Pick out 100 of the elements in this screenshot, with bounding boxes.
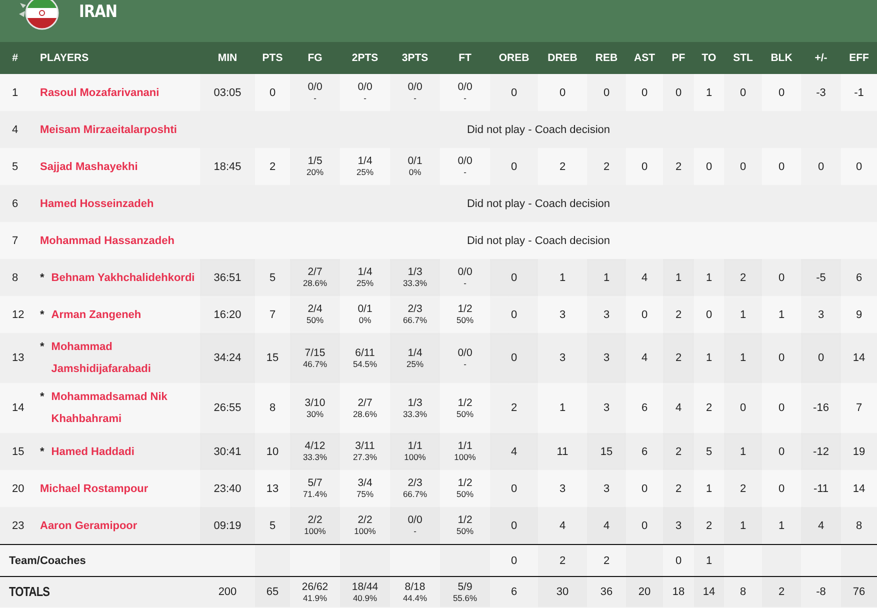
stat-value: 13 (266, 482, 279, 494)
column-header: MIN (200, 42, 255, 74)
stat-value: 14 (702, 586, 716, 598)
stat-value: 200 (218, 586, 237, 598)
shot-percentage: - (464, 358, 466, 368)
stat-value: 1 (740, 308, 746, 320)
stat-value: 11 (556, 446, 568, 458)
stat-value: 0 (740, 86, 746, 98)
shots-made: 4/12 (304, 440, 326, 452)
shot-percentage: 50% (456, 526, 474, 536)
stat-value: 0 (641, 308, 648, 320)
stat-value: 14 (852, 482, 866, 494)
shot-percentage: 33.3% (402, 408, 428, 418)
team-coaches-label: Team/Coaches (9, 554, 86, 566)
player-name[interactable]: Mohammadsamad Nik Khahbahrami (51, 386, 196, 430)
team-name: IRAN (79, 2, 118, 22)
stat-value: 03:05 (214, 86, 242, 98)
stat-value: 0 (778, 352, 785, 364)
shots-made: 1/3 (408, 396, 422, 408)
shot-percentage: 75% (356, 489, 374, 499)
shot-percentage: - (464, 167, 466, 177)
jersey-number: 1 (12, 86, 18, 98)
stat-value: 0 (641, 520, 648, 532)
column-header: DREB (538, 42, 587, 74)
stat-value: 0 (510, 272, 518, 284)
shot-percentage: 25% (406, 358, 424, 368)
stat-value: -11 (813, 482, 829, 494)
column-header: AST (626, 42, 663, 74)
stat-value: 3 (559, 482, 566, 494)
shot-percentage: - (414, 93, 416, 103)
shots-made: 3/11 (355, 440, 375, 452)
stat-value: 0 (706, 160, 712, 172)
stat-value: 30:41 (214, 446, 242, 458)
shot-percentage: 0% (408, 167, 422, 177)
shots-made: 18/44 (352, 580, 378, 592)
stat-value: 2 (740, 482, 746, 494)
stat-value: 5 (269, 272, 276, 284)
stat-value: 0 (778, 160, 785, 172)
player-name[interactable]: Arman Zangeneh (51, 304, 142, 326)
stat-value: 15 (600, 446, 613, 458)
stat-value: 6 (856, 272, 862, 284)
stat-value: 0 (675, 554, 682, 566)
stat-value: 6 (510, 586, 518, 598)
shot-percentage: - (314, 93, 316, 103)
stat-value: 7 (269, 308, 276, 320)
player-name[interactable]: Hamed Haddadi (51, 440, 134, 462)
player-name[interactable]: Sajjad Mashayekhi (40, 156, 138, 178)
player-name[interactable]: Rasoul Mozafarivanani (40, 82, 160, 104)
stat-value: 1 (559, 272, 566, 284)
shot-percentage: 28.6% (352, 408, 378, 418)
player-name[interactable]: Mohammad Jamshidijafarabadi (51, 336, 196, 380)
stat-value: 1 (706, 86, 712, 98)
shots-made: 0/1 (358, 303, 372, 315)
stat-value: 0 (778, 86, 785, 98)
shot-percentage: 55.6% (452, 592, 478, 602)
shot-percentage: - (364, 93, 366, 103)
stat-value: 9 (856, 308, 862, 320)
shots-made: 2/2 (358, 514, 372, 526)
stat-value: 0 (818, 352, 824, 364)
player-name[interactable]: Michael Rostampour (40, 478, 148, 500)
expand-arrows-icon[interactable] (18, 2, 28, 20)
jersey-number: 12 (12, 308, 24, 320)
column-header: FT (440, 42, 490, 74)
column-header: EFF (841, 42, 877, 74)
shots-made: 0/0 (408, 81, 422, 93)
shot-percentage: 54.5% (352, 358, 378, 368)
shots-made: 3/10 (304, 396, 326, 408)
shots-made: 0/0 (308, 81, 322, 93)
stat-value: 1 (740, 446, 746, 458)
jersey-number: 8 (12, 272, 18, 284)
shots-made: 2/3 (408, 477, 422, 489)
shots-made: 6/11 (355, 346, 375, 358)
shot-percentage: - (414, 526, 416, 536)
stat-value: 1 (706, 352, 712, 364)
jersey-number: 4 (12, 124, 18, 136)
player-name[interactable]: Mohammad Hassanzadeh (40, 230, 174, 252)
stat-value: 1 (675, 272, 682, 284)
stat-value: 6 (641, 446, 648, 458)
shots-made: 0/1 (408, 155, 422, 167)
stat-value: -12 (813, 446, 829, 458)
stat-value: 0 (510, 482, 518, 494)
stat-value: 0 (510, 308, 518, 320)
shot-percentage: 50% (306, 315, 324, 325)
stat-value: 4 (675, 402, 682, 414)
stat-value: 09:19 (214, 520, 242, 532)
stat-value: 0 (778, 272, 785, 284)
stat-value: 4 (818, 520, 824, 532)
shot-percentage: 71.4% (302, 489, 328, 499)
shot-percentage: 40.9% (352, 592, 378, 602)
stat-value: 0 (818, 160, 824, 172)
shots-made: 1/4 (358, 155, 372, 167)
column-header: PTS (255, 42, 290, 74)
stat-value: 0 (856, 160, 862, 172)
stat-value: 36 (600, 586, 613, 598)
shots-made: 1/2 (458, 477, 472, 489)
player-name[interactable]: Behnam Yakhchalidehkordi (51, 266, 195, 288)
shot-percentage: 33.3% (402, 278, 428, 288)
stat-value: -5 (816, 272, 826, 284)
column-header: PF (663, 42, 694, 74)
stat-value: 7 (856, 402, 862, 414)
